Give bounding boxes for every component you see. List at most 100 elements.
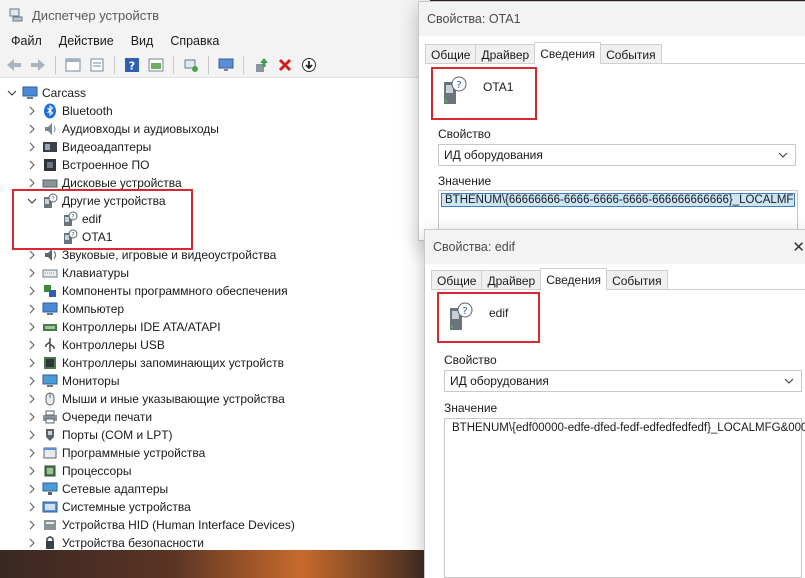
- tree-category-label: Очереди печати: [62, 410, 153, 424]
- chevron-right-icon[interactable]: [26, 303, 38, 315]
- chevron-right-icon[interactable]: [26, 537, 38, 549]
- tree-category-system[interactable]: Системные устройства: [26, 498, 191, 516]
- highlight-other-devices: [12, 189, 193, 250]
- highlight-device-header: [437, 292, 540, 343]
- ide-icon: [43, 324, 57, 331]
- tab-details[interactable]: Сведения: [534, 42, 602, 64]
- tree-category-label: Видеоадаптеры: [62, 140, 152, 154]
- forward-icon[interactable]: [28, 55, 48, 75]
- chevron-down-icon: [784, 378, 794, 384]
- tree-category-ports[interactable]: Порты (COM и LPT): [26, 426, 173, 444]
- tree-category-label: Встроенное ПО: [62, 158, 150, 172]
- tree-category-software-devices[interactable]: Программные устройства: [26, 444, 205, 462]
- chevron-right-icon[interactable]: [26, 501, 38, 513]
- monitor-icon[interactable]: [216, 55, 236, 75]
- chevron-right-icon[interactable]: [26, 357, 38, 369]
- tree-category-label: Звуковые, игровые и видеоустройства: [62, 248, 277, 262]
- chevron-right-icon[interactable]: [26, 267, 38, 279]
- chevron-right-icon[interactable]: [26, 321, 38, 333]
- menu-help[interactable]: Справка: [165, 32, 224, 50]
- tab-events[interactable]: События: [600, 44, 662, 64]
- chevron-right-icon[interactable]: [26, 375, 38, 387]
- tree-category-processors[interactable]: Процессоры: [26, 462, 132, 480]
- storage-controller-icon: [44, 357, 56, 369]
- chevron-right-icon[interactable]: [26, 483, 38, 495]
- usb-icon: [45, 338, 55, 352]
- chevron-right-icon[interactable]: [26, 141, 38, 153]
- property-select[interactable]: ИД оборудования: [444, 370, 802, 392]
- back-icon[interactable]: [4, 55, 24, 75]
- tree-category-display-adapters[interactable]: Видеоадаптеры: [26, 138, 151, 156]
- value-item[interactable]: BTHENUM\{edf00000-edfe-dfed-fedf-edfedfe…: [452, 422, 805, 434]
- chevron-right-icon[interactable]: [26, 519, 38, 531]
- download-icon[interactable]: [299, 55, 319, 75]
- value-item[interactable]: BTHENUM\{66666666-6666-6666-6666-6666666…: [441, 193, 795, 207]
- chevron-right-icon[interactable]: [26, 177, 38, 189]
- dialog-title-bar: Свойства: edif ✕: [425, 230, 805, 264]
- menu-view[interactable]: Вид: [126, 32, 159, 50]
- tab-general[interactable]: Общие: [431, 270, 483, 290]
- chevron-right-icon[interactable]: [26, 159, 38, 171]
- value-label: Значение: [444, 401, 498, 415]
- property-select[interactable]: ИД оборудования: [438, 144, 796, 166]
- tree-root[interactable]: Carcass: [6, 84, 86, 102]
- tab-details[interactable]: Сведения: [540, 268, 608, 290]
- chevron-right-icon[interactable]: [26, 339, 38, 351]
- tab-events[interactable]: События: [606, 270, 668, 290]
- tree-category-label: Устройства HID (Human Interface Devices): [62, 518, 295, 532]
- scan-icon[interactable]: [181, 55, 201, 75]
- close-icon[interactable]: ✕: [792, 238, 805, 256]
- menu-action[interactable]: Действие: [54, 32, 119, 50]
- tree-category-software-components[interactable]: Компоненты программного обеспечения: [26, 282, 288, 300]
- chevron-right-icon[interactable]: [26, 249, 38, 261]
- chevron-right-icon[interactable]: [26, 105, 38, 117]
- toolbar: ?: [0, 52, 430, 78]
- view-icon[interactable]: [146, 55, 166, 75]
- window-title: Диспетчер устройств: [32, 7, 160, 23]
- tree-category-computer[interactable]: Компьютер: [26, 300, 124, 318]
- menu-bar: Файл Действие Вид Справка: [0, 30, 430, 52]
- tree-category-print-queues[interactable]: Очереди печати: [26, 408, 152, 426]
- toolbar-separator: [55, 55, 56, 74]
- tree-category-bluetooth[interactable]: Bluetooth: [26, 102, 113, 120]
- tree-category-label: Компоненты программного обеспечения: [62, 284, 288, 298]
- display-adapter-icon: [43, 142, 57, 152]
- uninstall-icon[interactable]: [275, 55, 295, 75]
- chevron-right-icon[interactable]: [26, 285, 38, 297]
- chevron-right-icon[interactable]: [26, 393, 38, 405]
- tree-category-ide[interactable]: Контроллеры IDE ATA/ATAPI: [26, 318, 221, 336]
- menu-file[interactable]: Файл: [6, 32, 47, 50]
- chevron-right-icon[interactable]: [26, 447, 38, 459]
- chevron-down-icon[interactable]: [6, 87, 18, 99]
- bluetooth-icon: [44, 103, 56, 119]
- chevron-right-icon[interactable]: [26, 123, 38, 135]
- tree-category-label: Bluetooth: [62, 104, 113, 118]
- device-manager-icon: [9, 8, 23, 22]
- tree-category-keyboards[interactable]: Клавиатуры: [26, 264, 129, 282]
- tree-category-storage-controllers[interactable]: Контроллеры запоминающих устройств: [26, 354, 284, 372]
- tree-category-monitors[interactable]: Мониторы: [26, 372, 119, 390]
- tab-general[interactable]: Общие: [425, 44, 477, 64]
- chevron-right-icon[interactable]: [26, 465, 38, 477]
- help-icon[interactable]: ?: [122, 55, 142, 75]
- property-label: Свойство: [438, 127, 491, 141]
- show-hidden-icon[interactable]: [87, 55, 107, 75]
- chevron-right-icon[interactable]: [26, 429, 38, 441]
- value-list[interactable]: [444, 418, 802, 578]
- tab-driver[interactable]: Драйвер: [481, 270, 542, 290]
- tab-bar: Общие Драйвер Сведения События: [425, 42, 662, 64]
- software-component-icon: [44, 285, 56, 297]
- tree-category-audio[interactable]: Аудиовходы и аудиовыходы: [26, 120, 219, 138]
- tree-category-network[interactable]: Сетевые адаптеры: [26, 480, 168, 498]
- tab-driver[interactable]: Драйвер: [475, 44, 536, 64]
- tree-category-firmware[interactable]: Встроенное ПО: [26, 156, 149, 174]
- tree-category-mice[interactable]: Мыши и иные указывающие устройства: [26, 390, 285, 408]
- tree-category-hid[interactable]: Устройства HID (Human Interface Devices): [26, 516, 295, 534]
- chevron-right-icon[interactable]: [26, 411, 38, 423]
- properties-dialog-edif: Свойства: edif ✕ Общие Драйвер Сведения …: [424, 229, 805, 578]
- audio-icon: [45, 123, 56, 135]
- properties-icon[interactable]: [63, 55, 83, 75]
- tree-category-label: Контроллеры запоминающих устройств: [62, 356, 284, 370]
- tree-category-usb[interactable]: Контроллеры USB: [26, 336, 165, 354]
- update-driver-icon[interactable]: [251, 55, 271, 75]
